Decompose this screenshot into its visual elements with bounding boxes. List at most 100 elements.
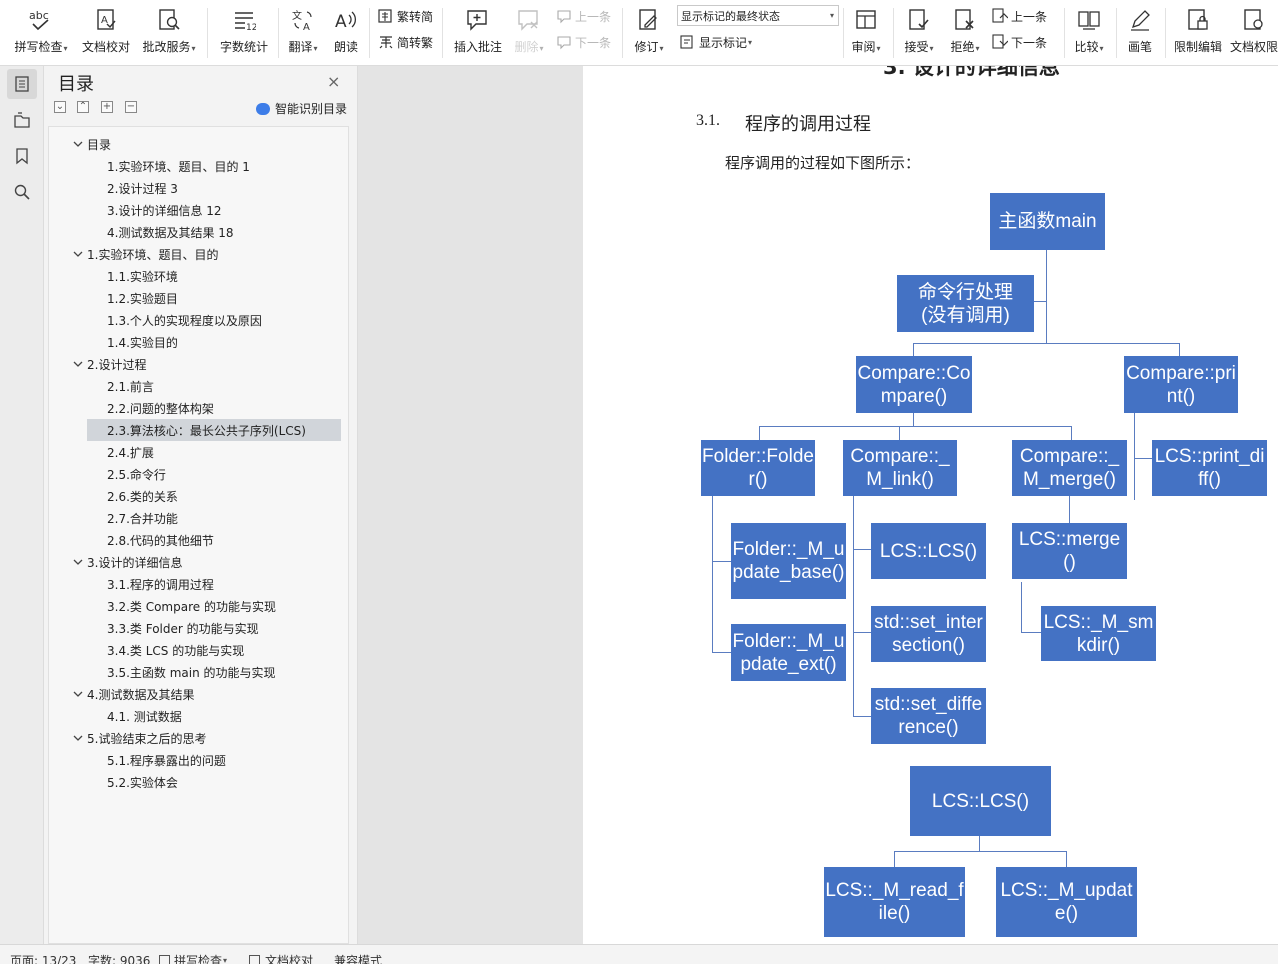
- toc-item[interactable]: 5.2.实验体会: [87, 771, 341, 793]
- chevron-down-icon[interactable]: [73, 558, 83, 566]
- svg-text:A: A: [303, 22, 310, 32]
- doc-permission-button[interactable]: 文档权限: [1230, 4, 1278, 62]
- toc-item[interactable]: 5.试验结束之后的思考: [73, 727, 323, 749]
- toc-item[interactable]: 3.设计的详细信息 12: [87, 199, 341, 221]
- chevron-down-icon[interactable]: [73, 140, 83, 148]
- chevron-down-icon[interactable]: [73, 250, 83, 258]
- node-lcs-ctor-2: LCS::LCS(): [910, 766, 1051, 836]
- toc-item[interactable]: 2.7.合并功能: [87, 507, 341, 529]
- word-count-status[interactable]: 字数: 9036: [88, 952, 150, 964]
- toc-item[interactable]: 2.8.代码的其他细节: [87, 529, 341, 551]
- toc-icon: [15, 76, 29, 92]
- proof-icon: [249, 955, 260, 964]
- toc-item[interactable]: 5.1.程序暴露出的问题: [87, 749, 341, 771]
- track-changes-button[interactable]: 修订▾: [630, 4, 668, 62]
- bookmark-nav-button[interactable]: [7, 141, 37, 171]
- prev-comment-button[interactable]: 上一条: [556, 6, 611, 26]
- show-markup-button[interactable]: 显示标记 ▾: [680, 32, 752, 52]
- add-heading-icon[interactable]: +: [101, 101, 113, 113]
- toc-item[interactable]: 1.2.实验题目: [87, 287, 341, 309]
- word-count-button[interactable]: 12 字数统计: [216, 4, 272, 62]
- toc-item-label: 3.设计的详细信息 12: [107, 203, 222, 218]
- spell-check-status[interactable]: 拼写检查 ▾: [159, 952, 227, 964]
- node-m-merge: Compare::_M_merge(): [1012, 440, 1127, 496]
- toc-item-label: 1.4.实验目的: [107, 335, 178, 350]
- translate-button[interactable]: 文A 翻译▾: [286, 4, 320, 62]
- markup-state-select[interactable]: 显示标记的最终状态 ▾: [677, 5, 839, 26]
- toc-item[interactable]: 3.1.程序的调用过程: [87, 573, 341, 595]
- pen-button[interactable]: 画笔: [1122, 4, 1158, 62]
- toc-item[interactable]: 2.6.类的关系: [87, 485, 341, 507]
- chevron-down-icon[interactable]: [73, 690, 83, 698]
- node-lcs-print-diff: LCS::print_diff(): [1152, 440, 1267, 496]
- node-compare-print: Compare::print(): [1124, 356, 1238, 413]
- restrict-edit-button[interactable]: 限制编辑: [1170, 4, 1226, 62]
- toc-item-label: 2.2.问题的整体构架: [107, 401, 214, 416]
- ribbon-toolbar: abc 拼写检查▾ A 文档校对 批改服务▾ 12 字数统计 文A 翻译▾ A …: [0, 0, 1278, 66]
- close-icon[interactable]: ×: [327, 72, 340, 91]
- toc-item[interactable]: 2.5.命令行: [87, 463, 341, 485]
- review-button[interactable]: 审阅▾: [848, 4, 884, 62]
- toc-item[interactable]: 4.1. 测试数据: [87, 705, 341, 727]
- toc-item[interactable]: 2.2.问题的整体构架: [87, 397, 341, 419]
- toc-item[interactable]: 3.4.类 LCS 的功能与实现: [87, 639, 341, 661]
- revise-service-icon: [155, 6, 183, 34]
- toc-item[interactable]: 4.测试数据及其结果: [73, 683, 323, 705]
- chapter-icon: [14, 112, 30, 128]
- toc-panel: 目录 × ⌄ ⌃ + − 智能识别目录 目录 1.实验环境、题目、目的 1 2.设计…: [44, 66, 358, 944]
- chapter-nav-button[interactable]: [7, 105, 37, 135]
- next-change-button[interactable]: 下一条: [992, 32, 1047, 52]
- toc-item-label: 2.5.命令行: [107, 467, 166, 482]
- chevron-down-icon[interactable]: [73, 734, 83, 742]
- simp-trad-icon: [378, 34, 394, 50]
- toc-item[interactable]: 2.1.前言: [87, 375, 341, 397]
- chevron-down-icon[interactable]: [73, 360, 83, 368]
- doc-proof-status[interactable]: 文档校对: [249, 952, 313, 964]
- doc-proof-button[interactable]: A 文档校对: [80, 4, 132, 62]
- toc-item-label: 1.实验环境、题目、目的 1: [107, 159, 250, 174]
- node-lcs-update: LCS::_M_update(): [996, 867, 1137, 937]
- reject-icon: [951, 6, 979, 34]
- ai-icon: [256, 102, 270, 115]
- next-comment-button[interactable]: 下一条: [556, 32, 611, 52]
- compare-button[interactable]: 比较▾: [1070, 4, 1108, 62]
- toc-item[interactable]: 3.2.类 Compare 的功能与实现: [87, 595, 341, 617]
- search-nav-button[interactable]: [7, 177, 37, 207]
- accept-button[interactable]: 接受▾: [900, 4, 938, 62]
- svg-text:abc: abc: [29, 9, 49, 22]
- toc-item[interactable]: 4.测试数据及其结果 18: [87, 221, 341, 243]
- toc-item[interactable]: 2.4.扩展: [87, 441, 341, 463]
- toc-item[interactable]: 2.设计过程 3: [87, 177, 341, 199]
- smart-toc-button[interactable]: 智能识别目录: [256, 100, 347, 117]
- spell-check-button[interactable]: abc 拼写检查▾: [10, 4, 72, 62]
- toc-item[interactable]: 1.3.个人的实现程度以及原因: [87, 309, 341, 331]
- collapse-all-icon[interactable]: ⌄: [54, 101, 66, 113]
- revise-service-button[interactable]: 批改服务▾: [139, 4, 199, 62]
- svg-text:A: A: [335, 12, 347, 32]
- prev-change-button[interactable]: 上一条: [992, 6, 1047, 26]
- delete-comment-button[interactable]: 删除▾: [510, 4, 548, 62]
- show-markup-icon: [680, 34, 696, 50]
- expand-up-icon[interactable]: ⌃: [77, 101, 89, 113]
- traditional-to-simplified-button[interactable]: 繁转简: [378, 6, 433, 26]
- read-aloud-button[interactable]: A 朗读: [330, 4, 362, 62]
- toc-item[interactable]: 1.1.实验环境: [87, 265, 341, 287]
- search-icon: [14, 184, 30, 200]
- toc-item[interactable]: 1.4.实验目的: [87, 331, 341, 353]
- insert-comment-button[interactable]: 插入批注: [452, 4, 504, 62]
- toc-item[interactable]: 1.实验环境、题目、目的 1: [87, 155, 341, 177]
- simplified-to-traditional-button[interactable]: 简转繁: [378, 32, 433, 52]
- toc-item[interactable]: 3.设计的详细信息: [73, 551, 323, 573]
- toc-item[interactable]: 2.3.算法核心：最长公共子序列(LCS): [87, 419, 341, 441]
- toc-item[interactable]: 3.5.主函数 main 的功能与实现: [87, 661, 341, 683]
- toc-item[interactable]: 目录: [73, 133, 323, 155]
- reject-button[interactable]: 拒绝▾: [946, 4, 984, 62]
- node-lcs-ctor: LCS::LCS(): [871, 523, 986, 579]
- page-indicator[interactable]: 页面: 13/23: [10, 952, 76, 964]
- toc-nav-button[interactable]: [7, 69, 37, 99]
- toc-item[interactable]: 2.设计过程: [73, 353, 323, 375]
- toc-item[interactable]: 1.实验环境、题目、目的: [73, 243, 323, 265]
- remove-heading-icon[interactable]: −: [125, 101, 137, 113]
- toc-item[interactable]: 3.3.类 Folder 的功能与实现: [87, 617, 341, 639]
- toc-item-label: 3.1.程序的调用过程: [107, 577, 214, 592]
